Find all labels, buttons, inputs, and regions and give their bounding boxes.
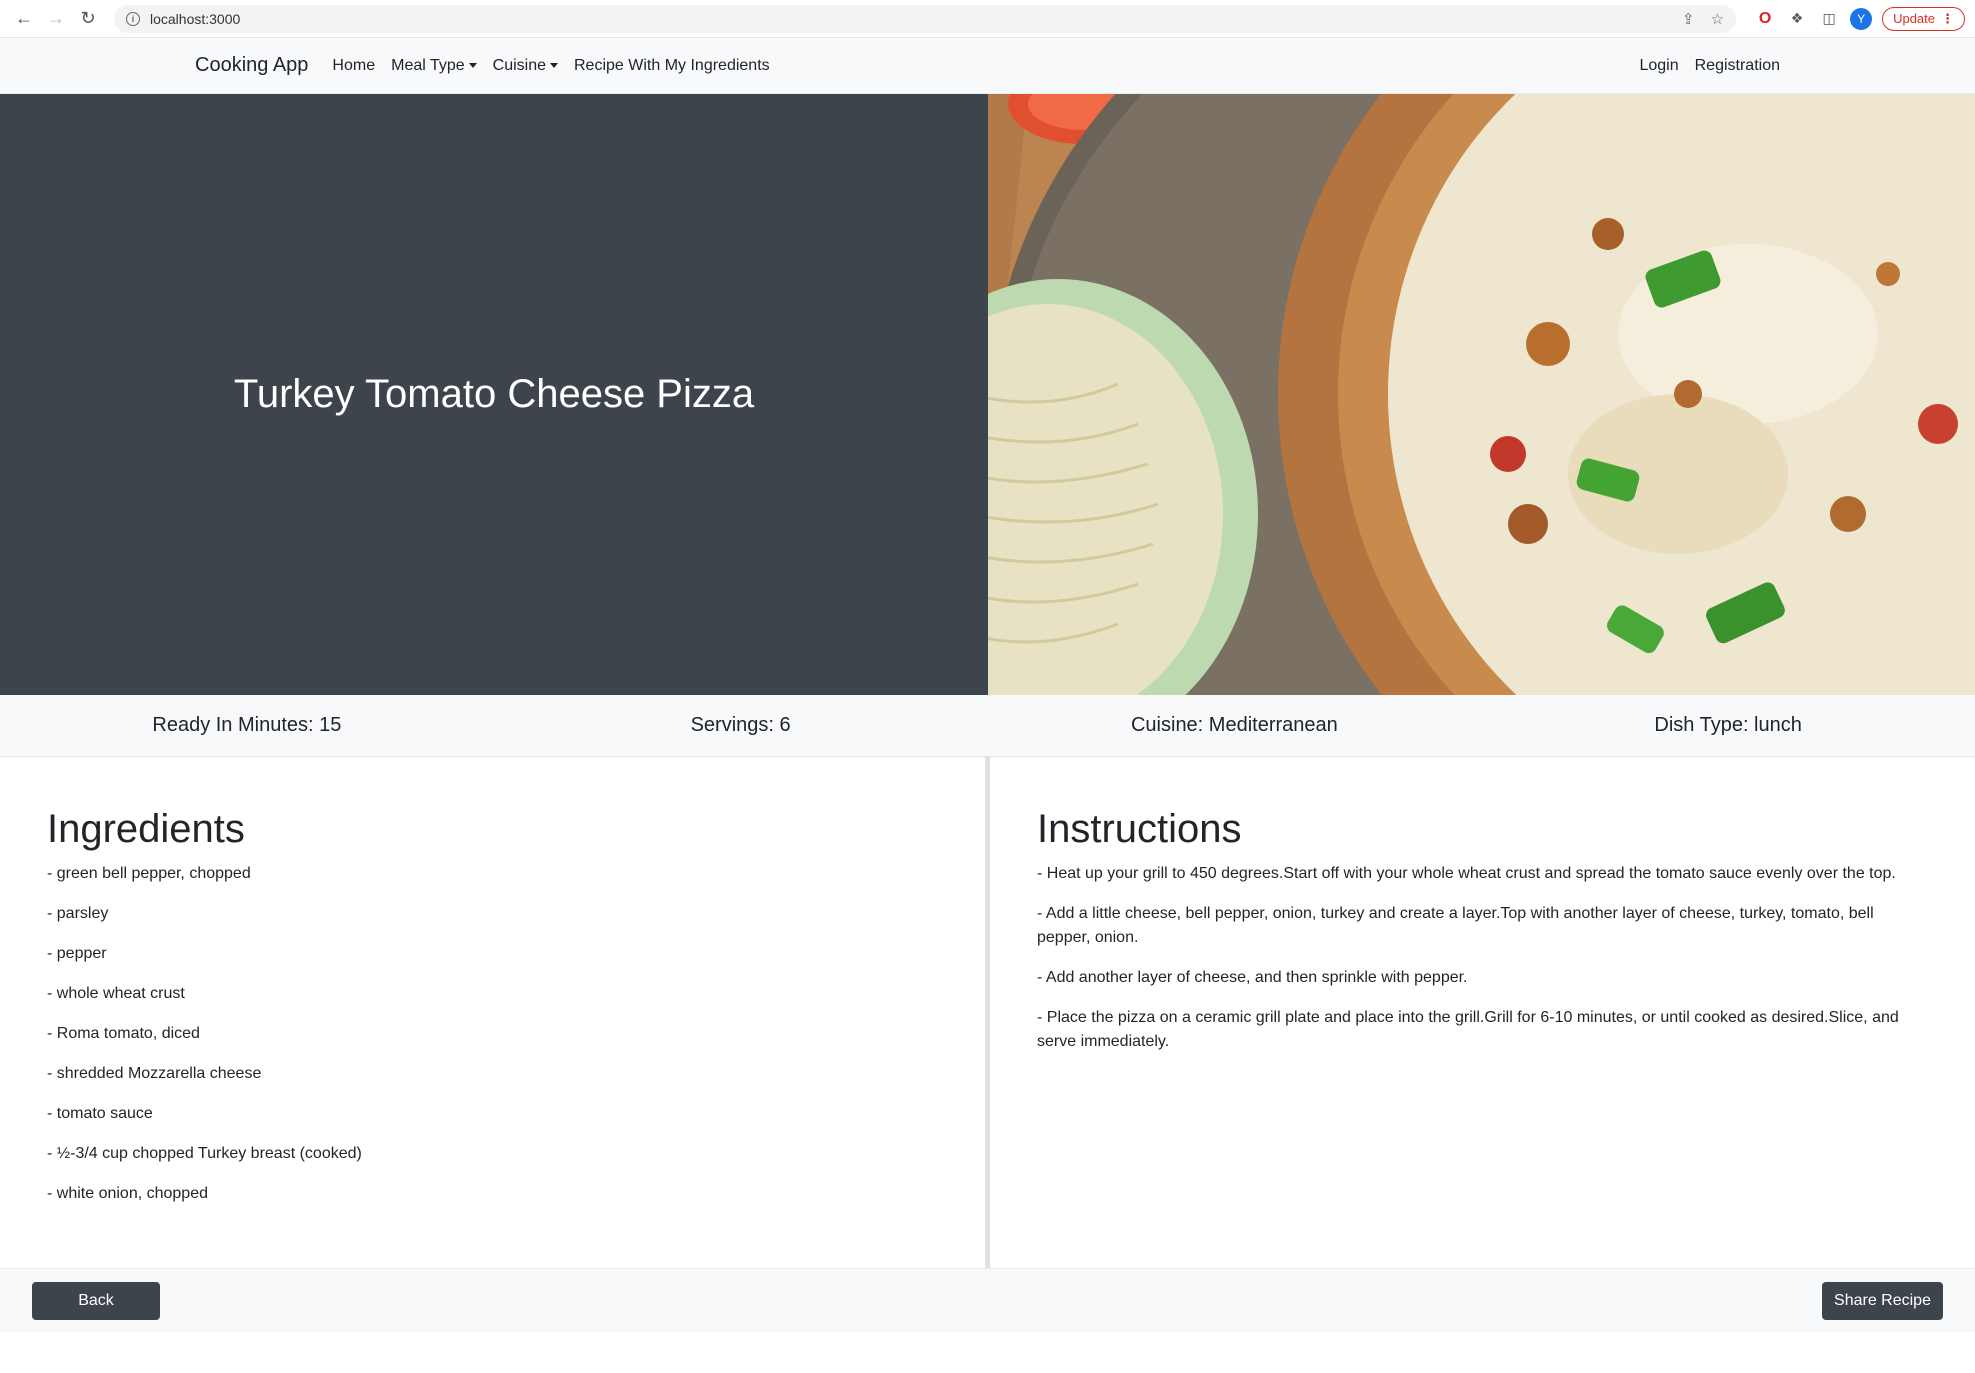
ingredient-item: - Roma tomato, diced [47, 1025, 200, 1042]
opera-extension-icon[interactable]: O [1754, 8, 1776, 30]
instruction-step: - Heat up your grill to 450 degrees.Star… [1037, 865, 1896, 882]
nav-cuisine-dropdown[interactable]: Cuisine [493, 57, 558, 75]
hero-title-panel: Turkey Tomato Cheese Pizza [0, 94, 988, 695]
ingredient-item: - green bell pepper, chopped [47, 865, 251, 882]
nav-auth-links: Login Registration [1623, 57, 1780, 75]
recipe-content: Ingredients - green bell pepper, chopped… [0, 757, 1975, 1268]
pizza-photo [988, 94, 1975, 695]
ingredient-item: - tomato sauce [47, 1105, 153, 1122]
nav-login[interactable]: Login [1639, 57, 1678, 75]
browser-toolbar: ← → ↻ i localhost:3000 ⇪ ☆ O ❖ ◫ Y Updat… [0, 0, 1975, 38]
ingredients-heading: Ingredients [47, 807, 245, 851]
ready-in-minutes: Ready In Minutes: 15 [152, 714, 342, 736]
instruction-step: - Add a little cheese, bell pepper, onio… [1037, 905, 1874, 946]
instructions-heading: Instructions [1037, 807, 1242, 851]
nav-cuisine-label: Cuisine [492, 56, 546, 74]
reload-icon[interactable]: ↻ [74, 5, 102, 33]
share-icon[interactable]: ⇪ [1682, 10, 1695, 28]
address-bar[interactable]: i localhost:3000 ⇪ ☆ [114, 4, 1737, 33]
ingredient-item: - shredded Mozzarella cheese [47, 1065, 262, 1082]
nav-meal-type-dropdown[interactable]: Meal Type [391, 57, 477, 75]
nav-home-label: Home [332, 56, 376, 74]
dish-type: Dish Type: lunch [1654, 714, 1802, 736]
nav-home[interactable]: Home [332, 57, 375, 75]
servings: Servings: 6 [690, 714, 791, 736]
side-panel-icon[interactable]: ◫ [1818, 8, 1840, 30]
ingredients-panel: Ingredients - green bell pepper, chopped… [0, 757, 990, 1268]
nav-registration[interactable]: Registration [1695, 57, 1780, 75]
back-arrow-icon[interactable]: ← [10, 5, 38, 33]
extensions-puzzle-icon[interactable]: ❖ [1786, 8, 1808, 30]
nav-recipe-with-ingredients-label: Recipe With My Ingredients [574, 56, 770, 74]
bookmark-star-icon[interactable]: ☆ [1711, 10, 1724, 28]
instructions-panel: Instructions - Heat up your grill to 450… [990, 757, 1975, 1268]
caret-down-icon [468, 63, 477, 68]
ingredient-item: - pepper [47, 945, 107, 962]
instruction-step: - Place the pizza on a ceramic grill pla… [1037, 1009, 1899, 1050]
recipe-title: Turkey Tomato Cheese Pizza [233, 372, 755, 416]
share-recipe-button[interactable]: Share Recipe [1822, 1281, 1943, 1320]
more-menu-icon: ⋮ [1941, 10, 1954, 26]
cuisine-info: Cuisine: Mediterranean [1130, 714, 1338, 736]
update-label: Update [1893, 11, 1935, 26]
back-button[interactable]: Back [32, 1281, 160, 1320]
recipe-info-bar: Ready In Minutes: 15 Servings: 6 Cuisine… [0, 695, 1975, 757]
nav-meal-type-label: Meal Type [391, 56, 465, 74]
recipe-image [988, 94, 1975, 695]
url-text[interactable]: localhost:3000 [150, 11, 1666, 27]
action-footer: Back Share Recipe [0, 1268, 1975, 1332]
ingredient-item: - white onion, chopped [47, 1185, 208, 1202]
ingredient-item: - parsley [47, 905, 109, 922]
caret-down-icon [550, 63, 558, 68]
app-navbar: Cooking App Home Meal Type Cuisine Recip… [0, 38, 1975, 94]
nav-recipe-with-ingredients[interactable]: Recipe With My Ingredients [574, 57, 770, 75]
instruction-step: - Add another layer of cheese, and then … [1037, 969, 1468, 986]
profile-avatar[interactable]: Y [1850, 7, 1873, 30]
recipe-hero: Turkey Tomato Cheese Pizza [0, 94, 1975, 695]
update-button[interactable]: Update ⋮ [1882, 6, 1965, 31]
forward-arrow-icon[interactable]: → [42, 5, 70, 33]
ingredient-item: - ½-3/4 cup chopped Turkey breast (cooke… [47, 1145, 362, 1162]
site-info-icon[interactable]: i [126, 11, 140, 26]
ingredient-item: - whole wheat crust [47, 985, 185, 1002]
brand-link[interactable]: Cooking App [195, 54, 308, 77]
